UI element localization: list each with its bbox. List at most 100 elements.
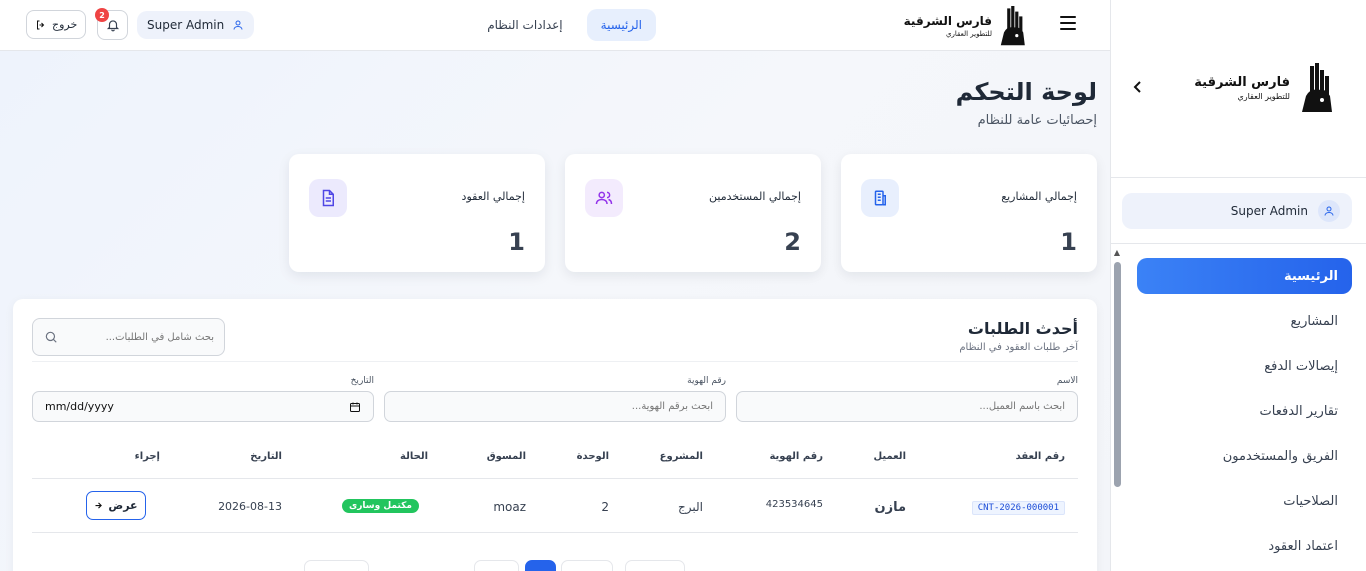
- tab-home[interactable]: الرئيسية: [586, 9, 656, 41]
- date-placeholder: mm/dd/yyyy: [45, 400, 114, 413]
- search-icon: [45, 331, 57, 343]
- stat-card-users: إجمالي المستخدمين 2: [565, 154, 821, 272]
- recent-requests-card: أحدث الطلبات آخر طلبات العقود في النظام …: [13, 299, 1097, 571]
- sidebar-item-permissions[interactable]: الصلاحيات: [1137, 483, 1352, 519]
- stat-label: إجمالي المستخدمين: [709, 190, 801, 203]
- notifications-button[interactable]: 2: [95, 8, 128, 40]
- sidebar-item-label: إيصالات الدفع: [1264, 358, 1338, 374]
- col-unit: الوحدة: [576, 451, 609, 462]
- col-date: التاريخ: [250, 451, 282, 462]
- brand-name: فارس الشرقية: [1194, 75, 1290, 90]
- sidebar-item-home[interactable]: الرئيسية: [1137, 258, 1352, 294]
- unit-number: 2: [601, 500, 609, 514]
- logout-button[interactable]: خروج: [26, 10, 87, 39]
- topbar-user-name: Super Admin: [147, 18, 225, 32]
- pagination-current-page[interactable]: [525, 560, 556, 571]
- page-title: لوحة التحكم: [955, 78, 1097, 106]
- filter-date-label: التاريخ: [350, 376, 374, 386]
- client-name: مازن: [874, 500, 906, 515]
- sidebar-item-label: تقارير الدفعات: [1259, 403, 1338, 419]
- global-search-input[interactable]: [64, 331, 214, 343]
- sidebar-item-projects[interactable]: المشاريع: [1137, 303, 1352, 339]
- stat-card-contracts: إجمالي العقود 1: [289, 154, 545, 272]
- calendar-icon[interactable]: [349, 401, 361, 413]
- scrollbar-thumb[interactable]: [1114, 262, 1121, 487]
- filter-id-label: رقم الهوية: [687, 376, 726, 386]
- sidebar-item-team-users[interactable]: الفريق والمستخدمون: [1137, 438, 1352, 474]
- brand-logo-icon: [1000, 6, 1025, 46]
- table-row-divider: [32, 532, 1078, 533]
- sidebar-nav: الرئيسية المشاريع إيصالات الدفع تقارير ا…: [1137, 258, 1352, 571]
- sidebar-divider: [1110, 243, 1366, 244]
- col-action: إجراء: [134, 451, 160, 462]
- bell-icon: [106, 20, 119, 32]
- sidebar-user-chip[interactable]: Super Admin: [1122, 193, 1352, 229]
- brand-tagline: للتطوير العقاري: [946, 30, 992, 38]
- sidebar-item-label: اعتماد العقود: [1268, 538, 1338, 554]
- table-header-divider: [32, 478, 1078, 479]
- pagination-page-button[interactable]: [474, 560, 519, 571]
- stat-value: 2: [784, 228, 801, 256]
- page-subtitle: إحصائيات عامة للنظام: [977, 113, 1097, 128]
- notification-count-badge: 2: [95, 8, 109, 22]
- tab-system-settings[interactable]: إعدادات النظام: [473, 9, 576, 41]
- recent-requests-title: أحدث الطلبات: [967, 319, 1078, 338]
- sidebar: فارس الشرقية للتطوير العقاري Super Admin…: [1110, 0, 1366, 571]
- filter-name-input[interactable]: [736, 391, 1078, 422]
- topbar-tabs: الرئيسية إعدادات النظام: [473, 9, 656, 41]
- brand-name: فارس الشرقية: [903, 14, 992, 28]
- sidebar-scrollbar[interactable]: ▲: [1112, 248, 1122, 571]
- sidebar-item-contract-approval[interactable]: اعتماد العقود: [1137, 528, 1352, 564]
- topbar-logo: فارس الشرقية للتطوير العقاري: [904, 2, 1028, 50]
- topbar-user-chip[interactable]: Super Admin: [137, 11, 255, 39]
- col-client: العميل: [873, 451, 906, 462]
- sidebar-logo: فارس الشرقية للتطوير العقاري: [1194, 62, 1336, 114]
- contract-number-tag[interactable]: CNT-2026-000001: [971, 501, 1065, 515]
- menu-hamburger-icon[interactable]: [1060, 16, 1076, 30]
- col-contract-number: رقم العقد: [1015, 451, 1065, 462]
- sidebar-header: فارس الشرقية للتطوير العقاري: [1111, 0, 1366, 178]
- sidebar-item-label: الصلاحيات: [1283, 493, 1338, 509]
- row-date: 2026-08-13: [218, 500, 282, 513]
- sidebar-user-name: Super Admin: [1230, 204, 1308, 218]
- sidebar-item-payment-reports[interactable]: تقارير الدفعات: [1137, 393, 1352, 429]
- view-button[interactable]: عرض: [86, 491, 146, 520]
- stat-label: إجمالي العقود: [461, 190, 525, 203]
- topbar: فارس الشرقية للتطوير العقاري الرئيسية إع…: [0, 0, 1110, 51]
- col-project: المشروع: [659, 451, 703, 462]
- view-button-label: عرض: [108, 499, 138, 512]
- col-status: الحالة: [400, 451, 428, 462]
- stat-card-projects: إجمالي المشاريع 1: [841, 154, 1097, 272]
- pagination-next-button[interactable]: [625, 560, 685, 571]
- brand-tagline: للتطوير العقاري: [1237, 92, 1290, 101]
- card-divider: [32, 361, 1078, 362]
- filter-name-label: الاسم: [1056, 376, 1078, 386]
- pagination-page-button[interactable]: [561, 560, 613, 571]
- user-icon: [233, 20, 243, 30]
- users-icon: [585, 179, 623, 217]
- user-icon: [1318, 200, 1340, 222]
- status-badge: مكتمل وسارى: [342, 499, 419, 513]
- pagination-prev-button[interactable]: [304, 560, 369, 571]
- project-name: البرج: [678, 500, 703, 514]
- filter-id-input[interactable]: [384, 391, 726, 422]
- logout-label: خروج: [52, 18, 78, 31]
- main-content: لوحة التحكم إحصائيات عامة للنظام إجمالي …: [0, 51, 1110, 571]
- sidebar-item-label: الفريق والمستخدمون: [1222, 448, 1338, 464]
- col-id-number: رقم الهوية: [769, 451, 823, 462]
- scroll-up-arrow-icon[interactable]: ▲: [1113, 248, 1121, 257]
- recent-requests-subtitle: آخر طلبات العقود في النظام: [959, 342, 1078, 353]
- stat-value: 1: [508, 228, 525, 256]
- id-number: 423534645: [765, 499, 823, 510]
- global-search[interactable]: [32, 318, 225, 356]
- brand-logo-icon: [1302, 63, 1332, 112]
- arrow-right-icon: [95, 502, 103, 509]
- building-icon: [861, 179, 899, 217]
- stat-label: إجمالي المشاريع: [1001, 190, 1077, 203]
- sidebar-item-payment-receipts[interactable]: إيصالات الدفع: [1137, 348, 1352, 384]
- collapse-chevron-icon[interactable]: [1131, 80, 1145, 98]
- brand-text: فارس الشرقية للتطوير العقاري: [904, 14, 992, 38]
- marketer-name: moaz: [493, 500, 526, 514]
- filter-date-input[interactable]: mm/dd/yyyy: [32, 391, 374, 422]
- stat-value: 1: [1060, 228, 1077, 256]
